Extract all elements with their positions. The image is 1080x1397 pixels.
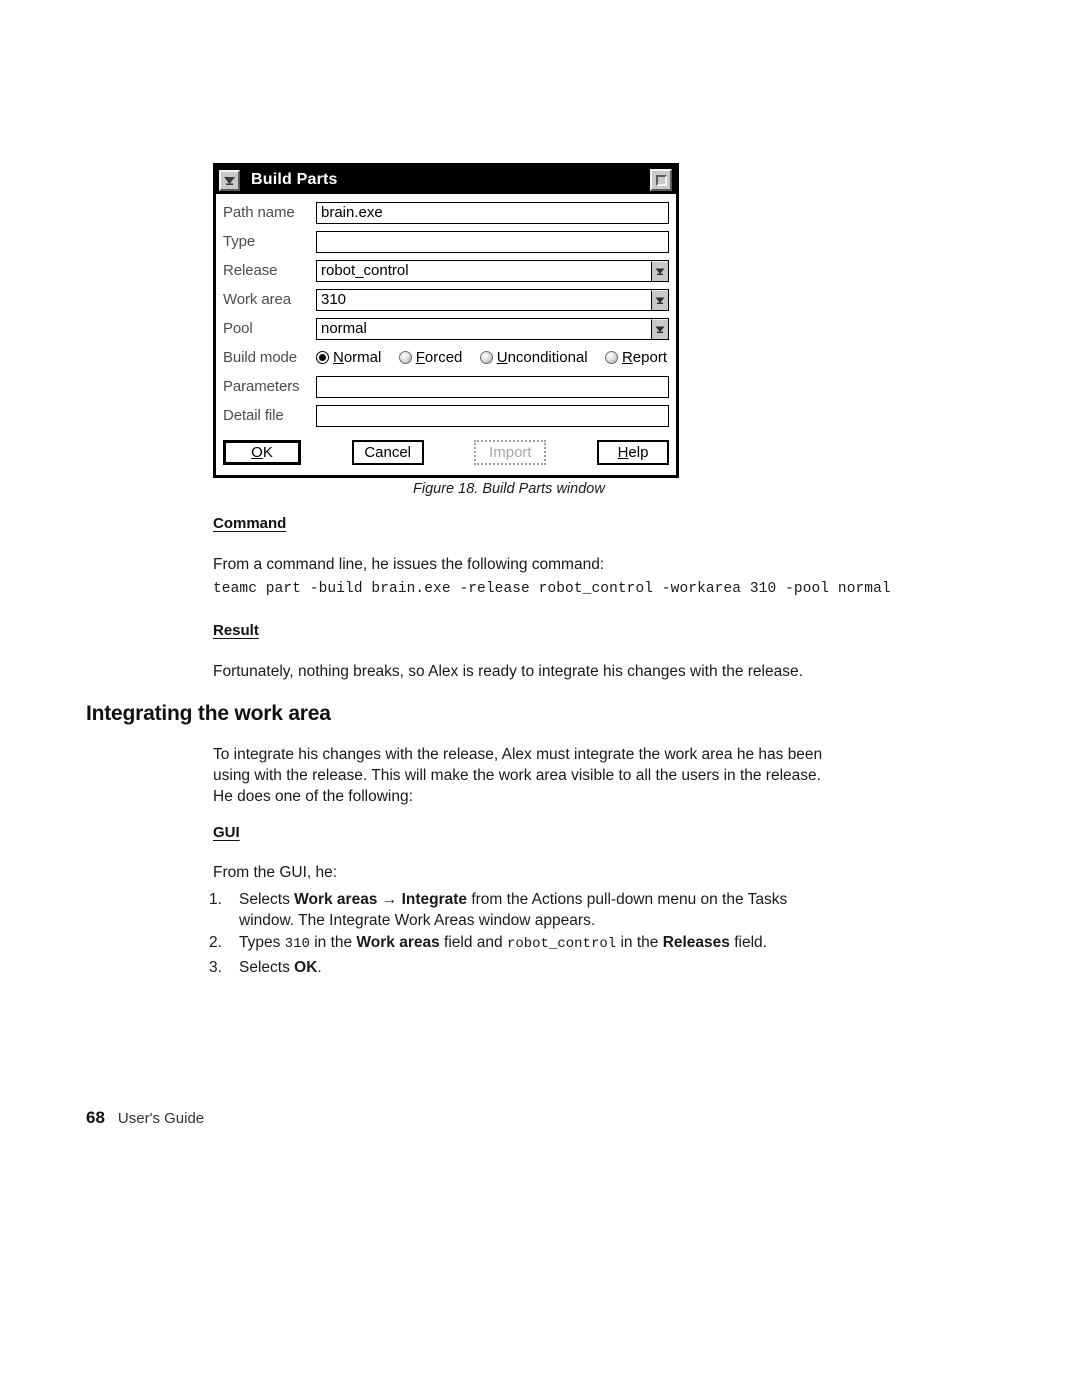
radio-label-normal: Normal xyxy=(333,349,382,366)
chevron-down-icon xyxy=(223,175,236,186)
radio-indicator-report xyxy=(604,351,618,364)
radio-label-report: Report xyxy=(621,349,667,366)
build-parts-dialog: Build Parts Path name brain.exe Type Rel… xyxy=(213,163,679,478)
radio-build-mode-unconditional[interactable]: Unconditional xyxy=(479,349,588,366)
chevron-down-icon xyxy=(655,296,665,305)
radio-build-mode-normal[interactable]: Normal xyxy=(316,349,381,366)
figure-caption: Figure 18. Build Parts window xyxy=(413,481,605,497)
work-area-value: 310 xyxy=(321,291,347,308)
page-footer: 68 User's Guide xyxy=(86,1108,204,1128)
release-dropdown-arrow[interactable] xyxy=(651,260,668,281)
type-input[interactable] xyxy=(316,230,669,253)
pool-dropdown-arrow[interactable] xyxy=(651,318,668,339)
window-menu-button[interactable] xyxy=(219,169,240,191)
label-build-mode: Build mode xyxy=(223,349,298,366)
radio-build-mode-forced[interactable]: Forced xyxy=(398,349,463,366)
release-combobox[interactable]: robot_control xyxy=(316,259,669,282)
arrow-icon: → xyxy=(381,891,398,908)
list-item: 3. Selects OK. xyxy=(209,957,834,978)
list-item-number: 2. xyxy=(209,934,222,951)
parameters-input[interactable] xyxy=(316,375,669,398)
radio-build-mode-report[interactable]: Report xyxy=(604,349,667,366)
list-item: 1. Selects Work areas → Integrate from t… xyxy=(209,889,834,931)
path-name-value: brain.exe xyxy=(321,204,383,221)
ok-button[interactable]: OK xyxy=(223,439,301,465)
label-release: Release xyxy=(223,262,278,279)
field-row-type: Type xyxy=(223,227,669,256)
paragraph-section-intro: To integrate his changes with the releas… xyxy=(213,746,823,805)
heading-result: Result xyxy=(213,622,259,639)
field-row-path-name: Path name brain.exe xyxy=(223,198,669,227)
maximize-icon xyxy=(655,174,667,186)
page-title: Integrating the work area xyxy=(86,702,331,725)
label-path-name: Path name xyxy=(223,204,295,221)
heading-command: Command xyxy=(213,515,287,532)
radio-label-forced: Forced xyxy=(415,349,463,366)
build-mode-radio-group: Normal Forced Unconditional Report xyxy=(316,349,669,366)
dialog-title: Build Parts xyxy=(251,171,338,188)
path-name-input[interactable]: brain.exe xyxy=(316,201,669,224)
field-row-work-area: Work area 310 xyxy=(223,285,669,314)
release-value: robot_control xyxy=(321,262,409,279)
footer-page-number: 68 xyxy=(86,1108,105,1127)
radio-label-unconditional: Unconditional xyxy=(496,349,588,366)
heading-gui: GUI xyxy=(213,824,240,841)
label-type: Type xyxy=(223,233,256,250)
field-row-detail-file: Detail file xyxy=(223,401,669,430)
list-item-text: Selects Work areas → Integrate from the … xyxy=(239,891,788,929)
list-item-text: Types 310 in the Work areas field and ro… xyxy=(239,934,767,952)
list-item: 2. Types 310 in the Work areas field and… xyxy=(209,932,834,955)
work-area-dropdown-arrow[interactable] xyxy=(651,289,668,310)
radio-indicator-unconditional xyxy=(479,351,493,364)
radio-indicator-forced xyxy=(398,351,412,364)
chevron-down-icon xyxy=(655,267,665,276)
list-item-number: 1. xyxy=(209,891,222,908)
paragraph-result: Fortunately, nothing breaks, so Alex is … xyxy=(213,663,803,680)
list-item-number: 3. xyxy=(209,959,222,976)
field-row-parameters: Parameters xyxy=(223,372,669,401)
cancel-button[interactable]: Cancel xyxy=(351,439,424,465)
footer-book-title: User's Guide xyxy=(117,1110,205,1127)
pool-combobox[interactable]: normal xyxy=(316,317,669,340)
field-row-pool: Pool normal xyxy=(223,314,669,343)
paragraph-command-intro: From a command line, he issues the follo… xyxy=(213,556,605,573)
label-parameters: Parameters xyxy=(223,378,300,395)
help-button[interactable]: Help xyxy=(597,439,670,465)
import-button: Import xyxy=(474,439,547,465)
dialog-titlebar: Build Parts xyxy=(216,166,676,194)
build-mode-row: Build mode Normal Forced Unconditional R… xyxy=(223,343,669,372)
radio-indicator-normal xyxy=(316,351,329,364)
field-row-release: Release robot_control xyxy=(223,256,669,285)
chevron-down-icon xyxy=(655,325,665,334)
figure-build-parts: Build Parts Path name brain.exe Type Rel… xyxy=(213,163,679,478)
command-line: teamc part -build brain.exe -release rob… xyxy=(213,581,891,597)
pool-value: normal xyxy=(321,320,367,337)
work-area-combobox[interactable]: 310 xyxy=(316,288,669,311)
list-item-text: Selects OK. xyxy=(239,959,322,976)
paragraph-gui-intro: From the GUI, he: xyxy=(213,864,338,881)
dialog-button-row: OK Cancel Import Help xyxy=(223,430,670,470)
label-detail-file: Detail file xyxy=(223,407,284,424)
maximize-button[interactable] xyxy=(650,169,672,191)
label-pool: Pool xyxy=(223,320,253,337)
detail-file-input[interactable] xyxy=(316,404,669,427)
label-work-area: Work area xyxy=(223,291,292,308)
dialog-body: Path name brain.exe Type Release robot_c… xyxy=(216,194,676,475)
